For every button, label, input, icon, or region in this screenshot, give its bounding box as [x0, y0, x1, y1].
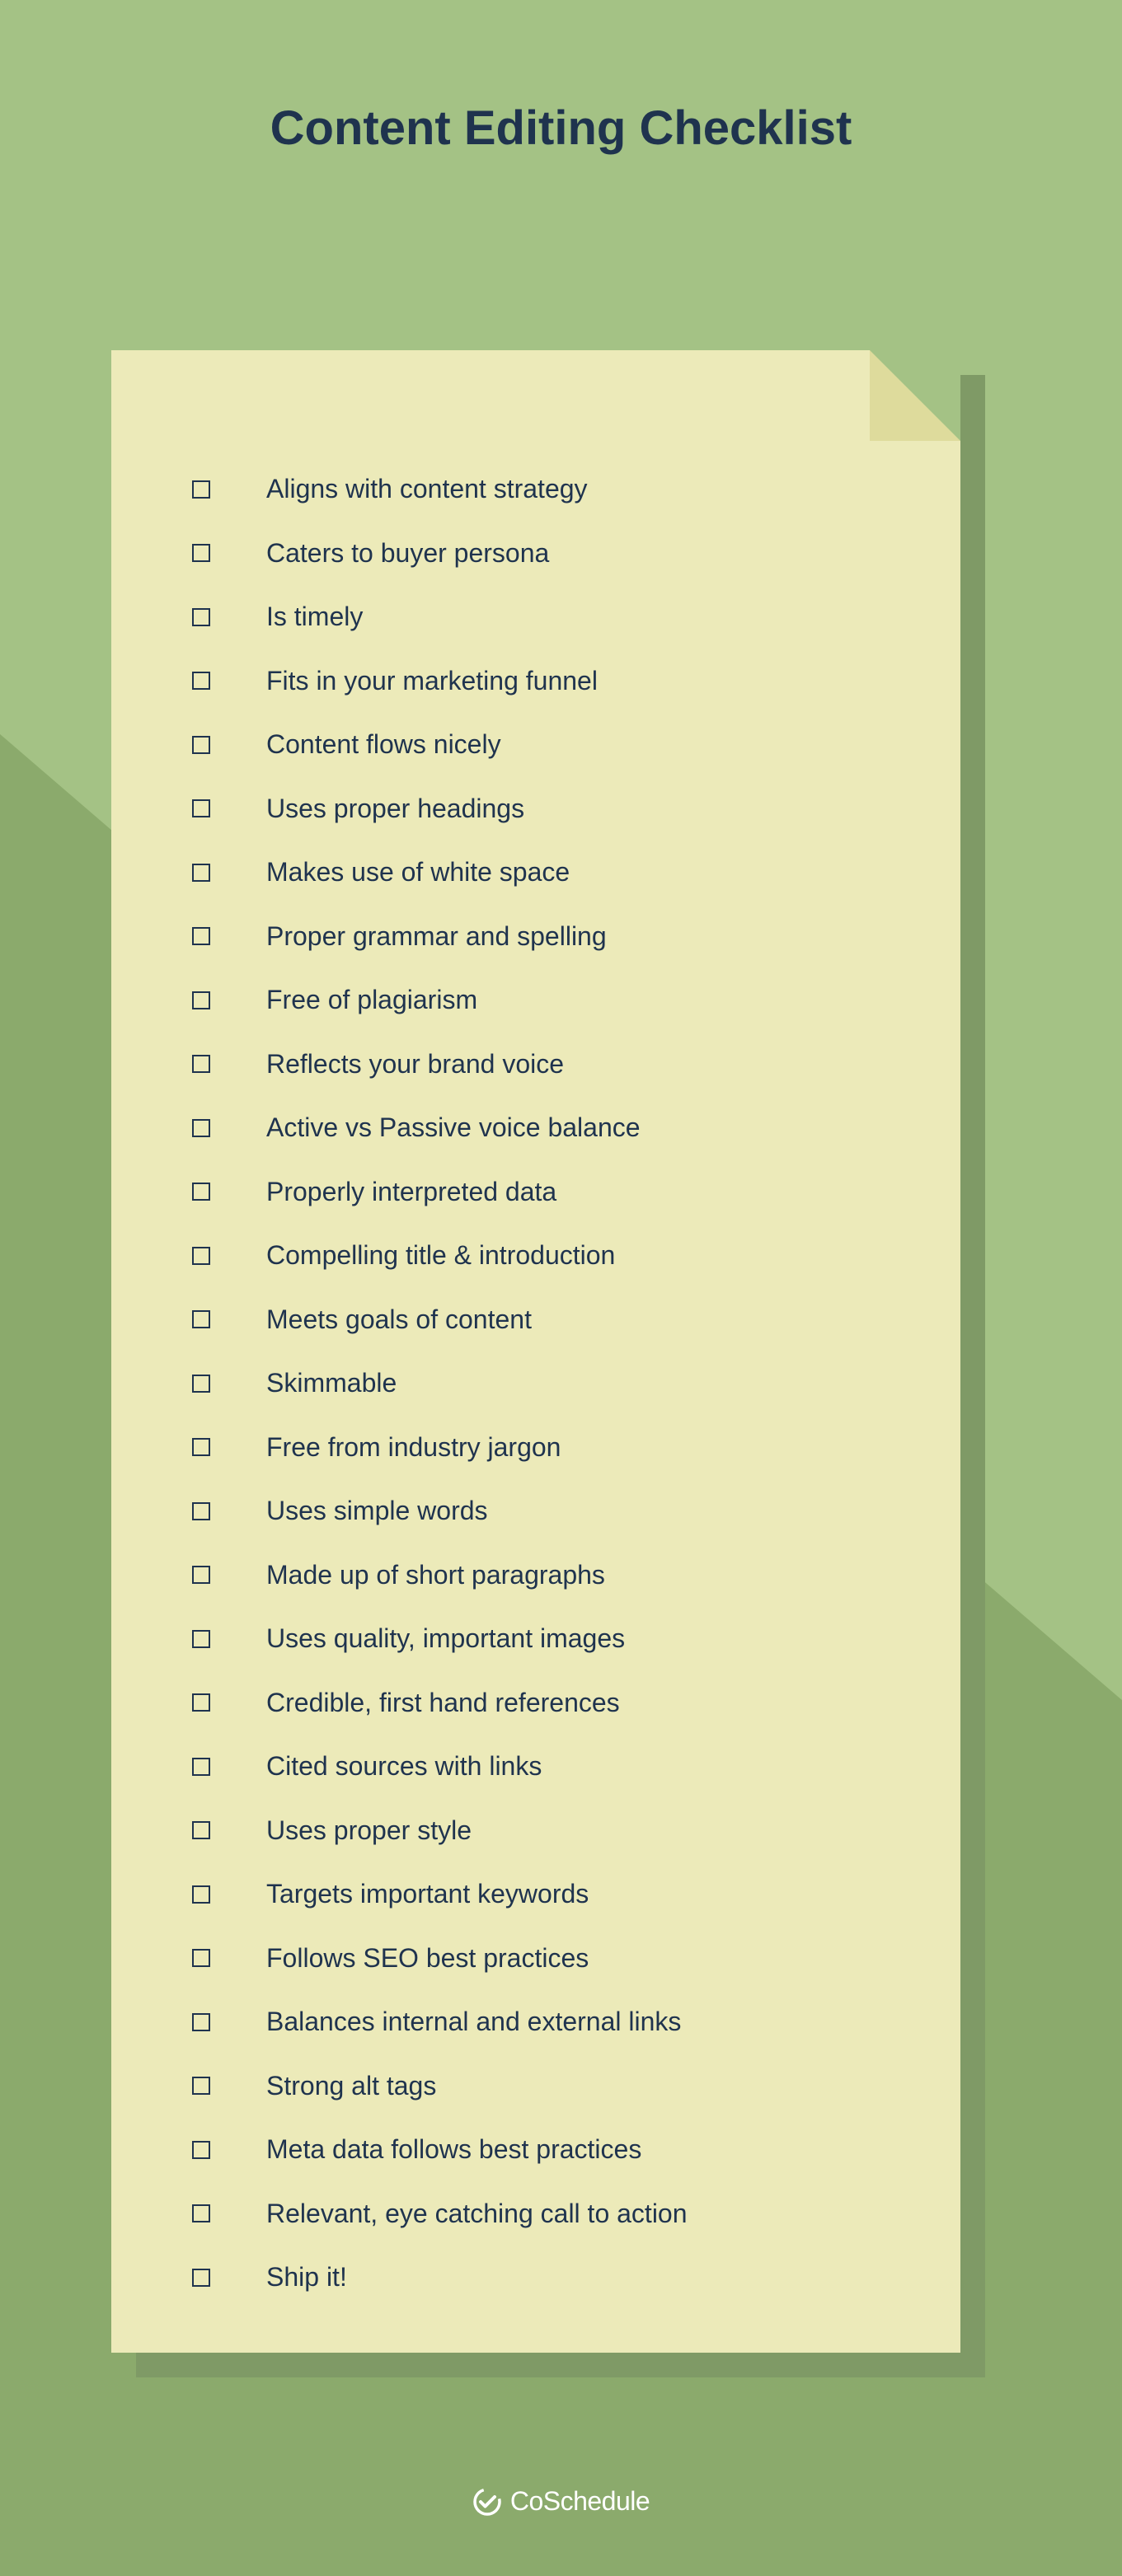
- checkbox-icon[interactable]: [192, 1183, 210, 1201]
- checklist-item: Aligns with content strategy: [192, 457, 911, 522]
- checklist-item-label: Free from industry jargon: [266, 1432, 561, 1463]
- checklist-item-label: Proper grammar and spelling: [266, 921, 607, 952]
- checklist-item-label: Caters to buyer persona: [266, 538, 549, 569]
- checkbox-icon[interactable]: [192, 864, 210, 882]
- checklist-item-label: Aligns with content strategy: [266, 474, 588, 504]
- checklist-item-label: Ship it!: [266, 2262, 347, 2293]
- checklist-item: Caters to buyer persona: [192, 522, 911, 586]
- checklist-item: Makes use of white space: [192, 841, 911, 905]
- checklist-item-label: Meta data follows best practices: [266, 2134, 641, 2165]
- checklist-item-label: Relevant, eye catching call to action: [266, 2199, 688, 2229]
- checklist-item: Content flows nicely: [192, 713, 911, 777]
- checklist-card: Aligns with content strategy Caters to bu…: [111, 350, 960, 2353]
- checklist-item: Is timely: [192, 585, 911, 649]
- brand-logo-icon: [472, 2487, 502, 2517]
- checklist-item: Meets goals of content: [192, 1288, 911, 1352]
- checklist-item-label: Makes use of white space: [266, 857, 570, 888]
- checklist-item-label: Skimmable: [266, 1368, 397, 1398]
- checkbox-icon[interactable]: [192, 1821, 210, 1839]
- card-fold-corner: [870, 350, 960, 441]
- checklist-item: Active vs Passive voice balance: [192, 1096, 911, 1160]
- checklist-item: Credible, first hand references: [192, 1671, 911, 1735]
- checklist-item: Uses quality, important images: [192, 1607, 911, 1671]
- checkbox-icon[interactable]: [192, 1566, 210, 1584]
- checkbox-icon[interactable]: [192, 799, 210, 817]
- checklist-item-label: Compelling title & introduction: [266, 1240, 615, 1271]
- checklist-item: Uses simple words: [192, 1479, 911, 1543]
- checklist-item-label: Strong alt tags: [266, 2071, 436, 2101]
- page-title: Content Editing Checklist: [0, 101, 1122, 156]
- checkbox-icon[interactable]: [192, 736, 210, 754]
- brand-name: CoSchedule: [510, 2486, 650, 2517]
- checklist-item-label: Active vs Passive voice balance: [266, 1112, 641, 1143]
- checkbox-icon[interactable]: [192, 1885, 210, 1904]
- checklist-item: Follows SEO best practices: [192, 1927, 911, 1991]
- checkbox-icon[interactable]: [192, 2013, 210, 2031]
- checklist-item-label: Content flows nicely: [266, 729, 501, 760]
- checkbox-icon[interactable]: [192, 544, 210, 562]
- checkbox-icon[interactable]: [192, 2269, 210, 2287]
- checkbox-icon[interactable]: [192, 1502, 210, 1520]
- checklist-item: Ship it!: [192, 2246, 911, 2310]
- checklist-item-label: Fits in your marketing funnel: [266, 666, 598, 696]
- checklist-item-label: Cited sources with links: [266, 1751, 542, 1782]
- checkbox-icon[interactable]: [192, 2141, 210, 2159]
- checklist-item-label: Made up of short paragraphs: [266, 1560, 605, 1590]
- checkbox-icon[interactable]: [192, 991, 210, 1009]
- checklist-item-label: Uses quality, important images: [266, 1623, 625, 1654]
- checklist-item: Free of plagiarism: [192, 968, 911, 1033]
- checklist-item-label: Uses simple words: [266, 1496, 488, 1526]
- checkbox-icon[interactable]: [192, 1630, 210, 1648]
- checklist-item-label: Free of plagiarism: [266, 985, 477, 1015]
- checkbox-icon[interactable]: [192, 1693, 210, 1712]
- checklist-item: Uses proper style: [192, 1799, 911, 1863]
- checkbox-icon[interactable]: [192, 1055, 210, 1073]
- checklist-item: Proper grammar and spelling: [192, 905, 911, 969]
- checklist-item: Targets important keywords: [192, 1862, 911, 1927]
- checklist-item-label: Reflects your brand voice: [266, 1049, 564, 1080]
- checkbox-icon[interactable]: [192, 1119, 210, 1137]
- checklist-item: Reflects your brand voice: [192, 1033, 911, 1097]
- checklist-item: Relevant, eye catching call to action: [192, 2182, 911, 2246]
- checklist-item-label: Properly interpreted data: [266, 1177, 556, 1207]
- checklist-item-label: Credible, first hand references: [266, 1688, 620, 1718]
- checklist-item-label: Uses proper headings: [266, 794, 524, 824]
- checklist-item: Fits in your marketing funnel: [192, 649, 911, 714]
- checklist-item-label: Follows SEO best practices: [266, 1943, 589, 1974]
- checklist-item: Properly interpreted data: [192, 1160, 911, 1225]
- checklist-item: Meta data follows best practices: [192, 2118, 911, 2182]
- checklist-item-label: Balances internal and external links: [266, 2007, 681, 2037]
- brand-footer: CoSchedule: [0, 2486, 1122, 2517]
- checkbox-icon[interactable]: [192, 672, 210, 690]
- checklist-item: Balances internal and external links: [192, 1990, 911, 2054]
- checkbox-icon[interactable]: [192, 1438, 210, 1456]
- checkbox-icon[interactable]: [192, 927, 210, 945]
- checklist-item: Compelling title & introduction: [192, 1224, 911, 1288]
- checkbox-icon[interactable]: [192, 1310, 210, 1328]
- checkbox-icon[interactable]: [192, 1375, 210, 1393]
- checklist-item: Free from industry jargon: [192, 1416, 911, 1480]
- checklist-item-label: Targets important keywords: [266, 1879, 589, 1909]
- checklist-item: Made up of short paragraphs: [192, 1543, 911, 1608]
- checklist-items: Aligns with content strategy Caters to bu…: [192, 457, 911, 2310]
- checklist-item: Strong alt tags: [192, 2054, 911, 2119]
- checklist-item: Uses proper headings: [192, 777, 911, 841]
- checkbox-icon[interactable]: [192, 2204, 210, 2222]
- checkbox-icon[interactable]: [192, 1758, 210, 1776]
- checklist-item-label: Meets goals of content: [266, 1304, 532, 1335]
- checkbox-icon[interactable]: [192, 1247, 210, 1265]
- checklist-item: Cited sources with links: [192, 1735, 911, 1799]
- checkbox-icon[interactable]: [192, 2077, 210, 2095]
- checkbox-icon[interactable]: [192, 480, 210, 499]
- checklist-item: Skimmable: [192, 1351, 911, 1416]
- checkbox-icon[interactable]: [192, 1949, 210, 1967]
- checklist-item-label: Is timely: [266, 602, 363, 632]
- checklist-item-label: Uses proper style: [266, 1815, 472, 1846]
- checkbox-icon[interactable]: [192, 608, 210, 626]
